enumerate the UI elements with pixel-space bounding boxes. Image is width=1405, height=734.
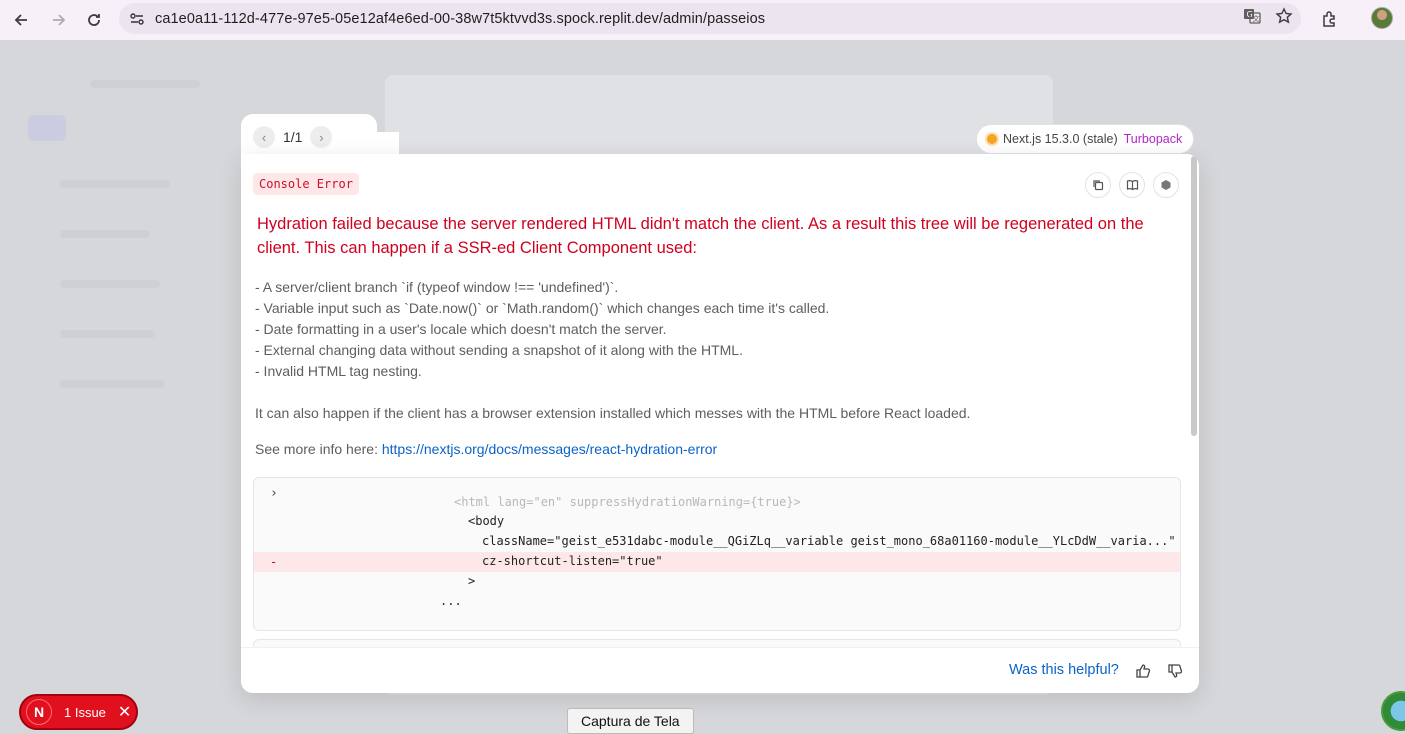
next-error-button[interactable]: › <box>310 126 333 148</box>
code-line: className="geist_e531dabc-module__QGiZLq… <box>482 534 1176 548</box>
nextjs-logo-icon[interactable]: N <box>26 699 52 725</box>
dialog-scrollbar[interactable] <box>1191 156 1197 436</box>
background-logo <box>28 115 66 141</box>
version-label: Next.js 15.3.0 (stale) <box>1003 132 1118 146</box>
thumbs-up-icon[interactable] <box>1133 661 1153 681</box>
cause-item: - Invalid HTML tag nesting. <box>255 363 422 379</box>
background-line <box>60 380 165 388</box>
background-line <box>90 80 200 88</box>
cause-item: - A server/client branch `if (typeof win… <box>255 279 619 295</box>
address-bar[interactable]: ca1e0a11-112d-477e-97e5-05e12af4e6ed-00-… <box>119 3 1301 34</box>
browser-toolbar: ca1e0a11-112d-477e-97e5-05e12af4e6ed-00-… <box>0 0 1405 40</box>
cause-item: - Date formatting in a user's locale whi… <box>255 321 667 337</box>
svg-text:文: 文 <box>1253 14 1260 23</box>
code-line: > <box>468 574 476 588</box>
translate-icon[interactable]: G文 <box>1243 7 1261 30</box>
profile-avatar[interactable] <box>1371 7 1393 29</box>
code-line: <body <box>468 514 505 528</box>
cause-item: - External changing data without sending… <box>255 342 743 358</box>
error-count: 1/1 <box>283 129 303 145</box>
bundler-label: Turbopack <box>1123 132 1183 146</box>
stale-indicator-icon <box>987 134 997 144</box>
diff-marker: - <box>270 555 278 569</box>
prev-error-button[interactable]: ‹ <box>253 126 275 148</box>
error-title: Hydration failed because the server rend… <box>257 215 1144 257</box>
background-line <box>60 180 170 188</box>
error-dialog: Console Error Hydration failed because t… <box>241 154 1199 693</box>
close-icon[interactable]: ✕ <box>118 702 131 722</box>
more-info: See more info here: https://nextjs.org/d… <box>255 441 717 457</box>
helpful-label: Was this helpful? <box>1009 662 1119 678</box>
dialog-footer: Was this helpful? <box>241 647 1199 693</box>
code-line: cz-shortcut-listen="true" <box>482 554 663 568</box>
more-info-prefix: See more info here: <box>255 441 378 457</box>
issues-pill[interactable]: N 1 Issue ✕ <box>19 694 138 730</box>
error-description: - A server/client branch `if (typeof win… <box>255 277 1185 424</box>
node-icon[interactable] <box>1153 172 1179 198</box>
thumbs-down-icon[interactable] <box>1165 661 1185 681</box>
forward-icon[interactable] <box>40 2 76 38</box>
error-pager: ‹ 1/1 › <box>253 126 333 148</box>
expand-chevron-icon[interactable]: › <box>270 486 278 501</box>
screenshot-tooltip: Captura de Tela <box>567 708 694 734</box>
url-text[interactable]: ca1e0a11-112d-477e-97e5-05e12af4e6ed-00-… <box>155 11 765 27</box>
error-type-badge: Console Error <box>253 173 359 195</box>
diff-removed-row: - cz-shortcut-listen="true" <box>254 552 1180 572</box>
background-line <box>60 280 160 288</box>
star-icon[interactable] <box>1275 7 1293 30</box>
site-settings-icon[interactable] <box>119 11 155 27</box>
background-line <box>60 230 150 238</box>
cause-item: - Variable input such as `Date.now()` or… <box>255 300 830 316</box>
docs-link[interactable]: https://nextjs.org/docs/messages/react-h… <box>382 441 717 457</box>
nextjs-version-pill[interactable]: Next.js 15.3.0 (stale) Turbopack <box>976 124 1195 154</box>
issues-label[interactable]: 1 Issue <box>64 705 106 720</box>
dialog-tools <box>1085 172 1179 198</box>
code-line: <html lang="en" suppressHydrationWarning… <box>454 495 801 509</box>
copy-icon[interactable] <box>1085 172 1111 198</box>
background-line <box>60 330 155 338</box>
code-line: ... <box>440 594 462 608</box>
extension-note: It can also happen if the client has a b… <box>255 405 971 421</box>
diff-code-frame: › <html lang="en" suppressHydrationWarni… <box>253 477 1181 631</box>
reload-icon[interactable] <box>76 2 112 38</box>
docs-icon[interactable] <box>1119 172 1145 198</box>
tab-curve <box>369 132 399 156</box>
back-icon[interactable] <box>4 2 40 38</box>
extensions-icon[interactable] <box>1316 5 1344 33</box>
